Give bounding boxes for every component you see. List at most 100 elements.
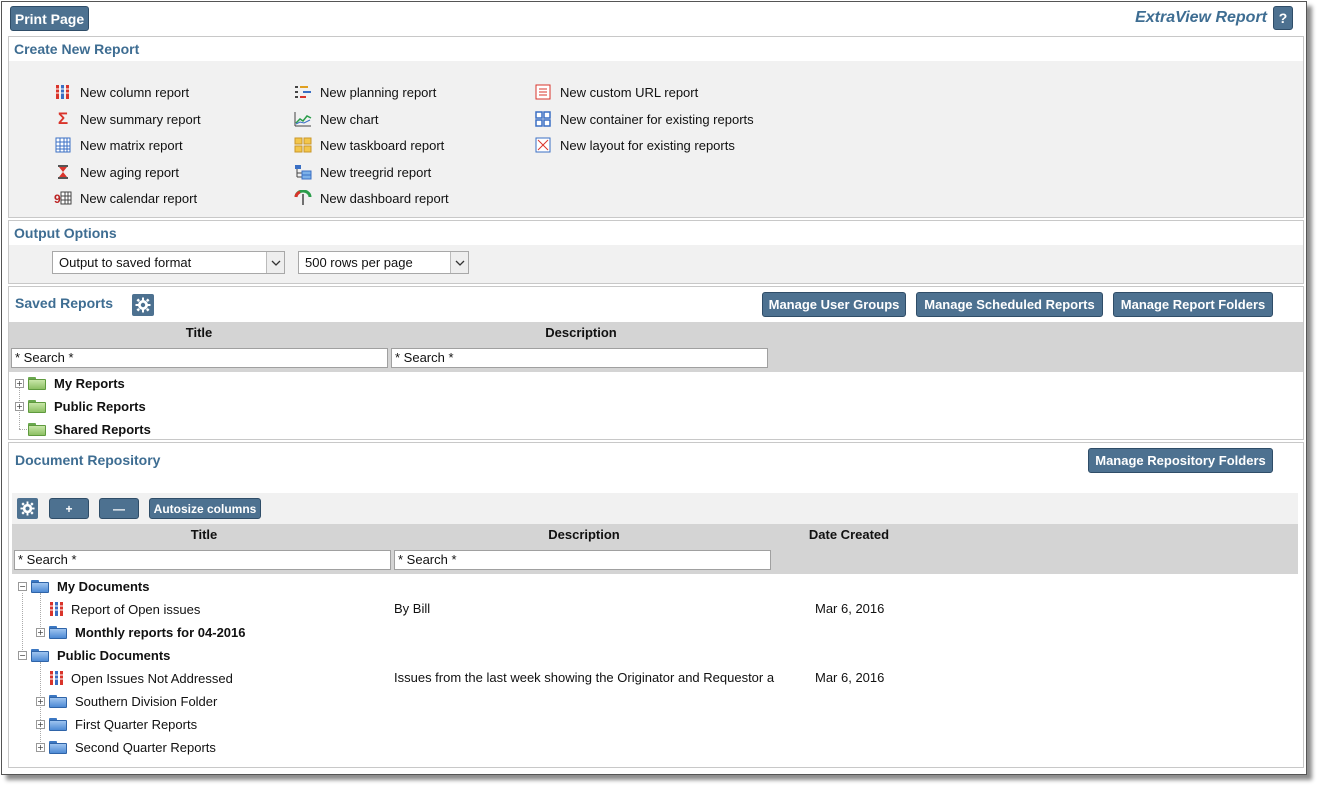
saved-reports-section: Saved Reports Manage User Groups Manage … [8, 286, 1304, 440]
folder-label: First Quarter Reports [75, 716, 198, 732]
new-matrix-report-label: New matrix report [80, 137, 183, 153]
saved-description-search-input[interactable]: * Search * [391, 348, 768, 368]
new-summary-report-label: New summary report [80, 111, 201, 127]
container-report-icon [534, 110, 552, 128]
folder-icon [49, 717, 67, 731]
new-aging-report-link[interactable]: New aging report [54, 163, 179, 181]
tree-folder-my-documents[interactable]: − My Documents [18, 577, 149, 595]
summary-report-icon: Σ [57, 109, 69, 128]
expand-all-button[interactable]: + [49, 498, 89, 519]
new-column-report-link[interactable]: New column report [54, 83, 189, 101]
help-button[interactable]: ? [1273, 6, 1293, 30]
expand-icon[interactable]: + [36, 627, 45, 637]
new-custom-url-report-label: New custom URL report [560, 84, 699, 100]
expand-icon[interactable]: + [36, 696, 45, 706]
manage-report-folders-button[interactable]: Manage Report Folders [1113, 292, 1273, 317]
gear-icon[interactable] [17, 498, 38, 519]
tree-folder-shared-reports[interactable]: Shared Reports [28, 420, 151, 438]
folder-icon [31, 648, 49, 662]
report-window: Print Page ExtraView Report ? Create New… [1, 1, 1307, 775]
output-format-select[interactable]: Output to saved format [52, 251, 285, 274]
folder-label: Public Documents [57, 647, 171, 663]
expand-icon[interactable]: + [15, 401, 24, 411]
tree-folder-southern-division[interactable]: + Southern Division Folder [36, 692, 217, 710]
manage-repository-folders-button[interactable]: Manage Repository Folders [1088, 448, 1273, 473]
svg-text:9: 9 [54, 192, 61, 206]
gear-icon[interactable] [132, 294, 154, 316]
repo-description-column-header[interactable]: Description [394, 527, 774, 542]
new-layout-report-label: New layout for existing reports [560, 137, 735, 153]
matrix-report-icon [54, 136, 72, 154]
new-planning-report-label: New planning report [320, 84, 437, 100]
dashboard-report-icon [294, 189, 312, 207]
new-layout-report-link[interactable]: New layout for existing reports [534, 136, 735, 154]
new-calendar-report-link[interactable]: 9 New calendar report [54, 189, 197, 207]
new-matrix-report-link[interactable]: New matrix report [54, 136, 183, 154]
planning-report-icon [294, 83, 312, 101]
aging-report-icon [54, 163, 72, 181]
saved-title-search-input[interactable]: * Search * [11, 348, 388, 368]
saved-description-column-header[interactable]: Description [391, 325, 771, 340]
saved-title-column-header[interactable]: Title [9, 325, 389, 340]
new-treegrid-report-label: New treegrid report [320, 164, 432, 180]
rows-per-page-value: 500 rows per page [305, 255, 413, 270]
new-treegrid-report-link[interactable]: New treegrid report [294, 163, 431, 181]
layout-report-icon [534, 136, 552, 154]
folder-label: My Documents [57, 578, 150, 594]
autosize-columns-button[interactable]: Autosize columns [149, 498, 261, 519]
row-date: Mar 6, 2016 [815, 601, 885, 616]
tree-folder-public-reports[interactable]: + Public Reports [15, 397, 146, 415]
tree-folder-public-documents[interactable]: − Public Documents [18, 646, 170, 664]
tree-guide [19, 429, 27, 430]
new-summary-report-link[interactable]: Σ New summary report [54, 109, 201, 128]
manage-user-groups-button[interactable]: Manage User Groups [762, 292, 906, 317]
tree-folder-first-quarter[interactable]: + First Quarter Reports [36, 715, 197, 733]
new-chart-link[interactable]: New chart [294, 110, 379, 128]
print-page-button[interactable]: Print Page [10, 6, 89, 31]
treegrid-report-icon [294, 163, 312, 181]
saved-reports-title: Saved Reports [15, 295, 114, 311]
folder-icon [28, 422, 46, 436]
new-dashboard-report-label: New dashboard report [320, 190, 449, 206]
folder-label: Shared Reports [54, 421, 151, 437]
create-report-title: Create New Report [14, 41, 140, 57]
collapse-all-button[interactable]: — [99, 498, 139, 519]
tree-folder-monthly-reports[interactable]: + Monthly reports for 04-2016 [36, 623, 246, 641]
new-planning-report-link[interactable]: New planning report [294, 83, 436, 101]
new-container-report-link[interactable]: New container for existing reports [534, 110, 754, 128]
document-repository-section: Document Repository Manage Repository Fo… [8, 442, 1304, 768]
folder-label: Public Reports [54, 398, 146, 414]
new-custom-url-report-link[interactable]: New custom URL report [534, 83, 698, 101]
row-title: Report of Open issues [71, 601, 201, 617]
folder-icon [49, 740, 67, 754]
repo-title-search-input[interactable]: * Search * [14, 550, 391, 570]
tree-folder-my-reports[interactable]: + My Reports [15, 374, 125, 392]
rows-per-page-select[interactable]: 500 rows per page [298, 251, 469, 274]
tree-row-report-open-issues[interactable]: Report of Open issues [49, 600, 200, 618]
column-report-icon [54, 83, 72, 101]
new-taskboard-report-label: New taskboard report [320, 137, 445, 153]
repo-date-column-header[interactable]: Date Created [777, 527, 921, 542]
row-description: By Bill [394, 601, 431, 616]
folder-label: Southern Division Folder [75, 693, 218, 709]
collapse-icon[interactable]: − [18, 581, 27, 591]
folder-icon [31, 579, 49, 593]
tree-folder-second-quarter[interactable]: + Second Quarter Reports [36, 738, 216, 756]
repo-title-column-header[interactable]: Title [14, 527, 394, 542]
folder-icon [28, 376, 46, 390]
create-report-section: Create New Report New column report Σ Ne… [8, 36, 1304, 218]
expand-icon[interactable]: + [36, 742, 45, 752]
tree-row-open-issues-not-addressed[interactable]: Open Issues Not Addressed [49, 669, 233, 687]
repo-description-search-input[interactable]: * Search * [394, 550, 771, 570]
expand-icon[interactable]: + [36, 719, 45, 729]
collapse-icon[interactable]: − [18, 650, 27, 660]
chevron-down-icon [450, 252, 468, 273]
output-format-value: Output to saved format [59, 255, 192, 270]
taskboard-report-icon [294, 136, 312, 154]
chevron-down-icon [266, 252, 284, 273]
manage-scheduled-reports-button[interactable]: Manage Scheduled Reports [916, 292, 1103, 317]
new-dashboard-report-link[interactable]: New dashboard report [294, 189, 449, 207]
expand-icon[interactable]: + [15, 378, 24, 388]
folder-icon [28, 399, 46, 413]
new-taskboard-report-link[interactable]: New taskboard report [294, 136, 444, 154]
